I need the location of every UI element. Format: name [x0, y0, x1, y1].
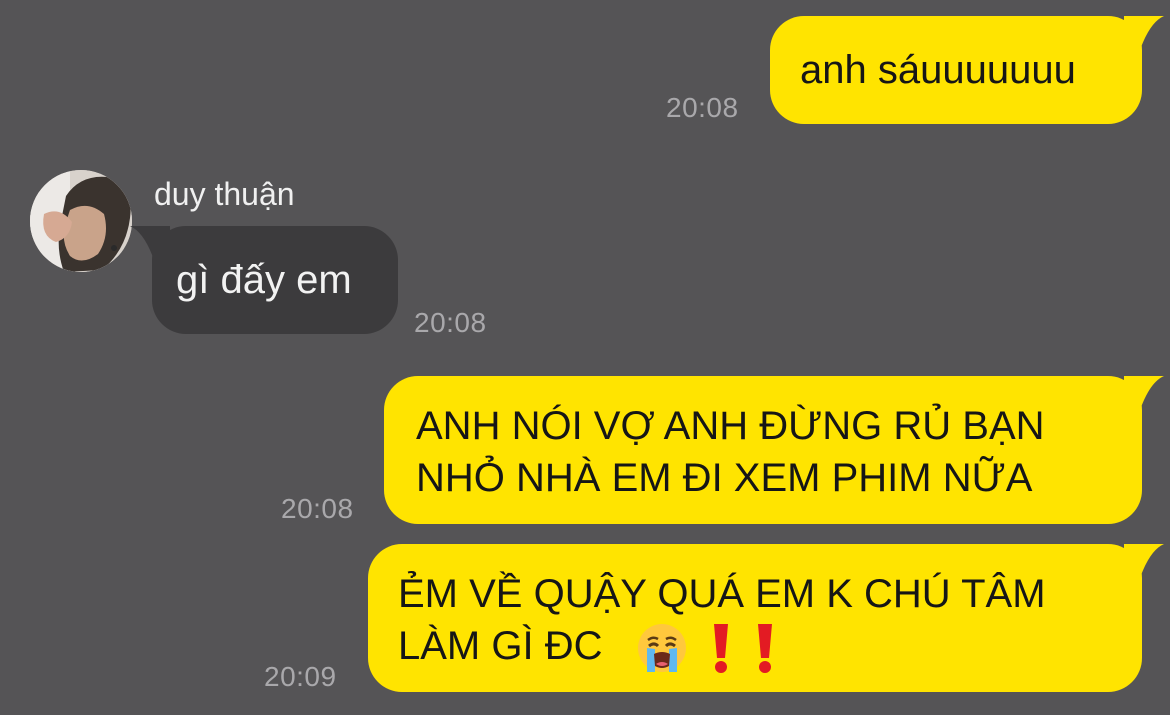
outgoing-message-bubble[interactable]: ANH NÓI VỢ ANH ĐỪNG RỦ BẠN NHỎ NHÀ EM ĐI…: [384, 376, 1164, 524]
message-text: anh sáuuuuuuu: [800, 48, 1076, 92]
bubble-tail-icon: [1124, 16, 1164, 50]
bubble-tail-icon: [130, 226, 170, 260]
contact-avatar[interactable]: [30, 170, 132, 272]
message-timestamp: 20:09: [264, 661, 337, 692]
outgoing-message-bubble[interactable]: anh sáuuuuuuu: [770, 16, 1164, 124]
exclamation-mark-icon: [714, 624, 728, 673]
message-timestamp: 20:08: [281, 493, 354, 524]
message-timestamp: 20:08: [414, 307, 487, 338]
bubble-tail-icon: [1124, 376, 1164, 410]
message-timestamp: 20:08: [666, 92, 739, 123]
incoming-message-bubble[interactable]: gì đấy em: [130, 226, 398, 334]
sender-name: duy thuận: [154, 176, 295, 212]
outgoing-message-bubble[interactable]: ẺM VỀ QUẬY QUÁ EM K CHÚ TÂM LÀM GÌ ĐC: [368, 544, 1164, 692]
message-text: ANH NÓI VỢ ANH ĐỪNG RỦ BẠN NHỎ NHÀ EM ĐI…: [416, 404, 1045, 500]
avatar-photo-icon: [30, 170, 132, 272]
bubble-tail-icon: [1124, 544, 1164, 578]
crying-face-icon: [638, 624, 686, 672]
message-text: gì đấy em: [176, 258, 352, 302]
exclamation-mark-icon: [758, 624, 772, 673]
chat-conversation: 20:08 anh sáuuuuuuu duy thuận gì đấy em …: [0, 0, 1170, 715]
message-emojis: [636, 622, 776, 674]
